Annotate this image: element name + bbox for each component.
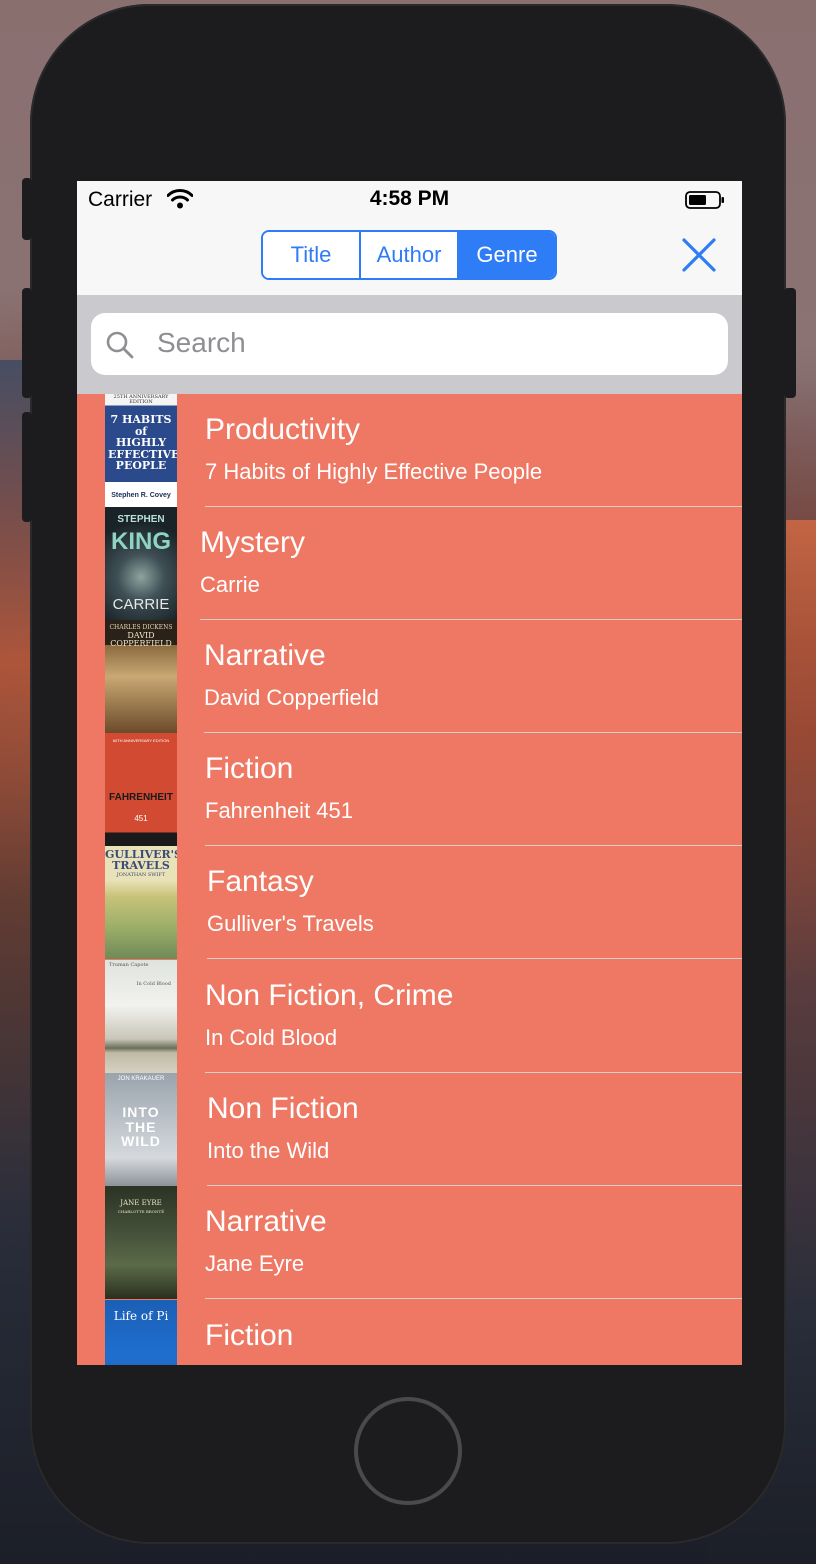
cover-text: CHARLOTTE BRONTË [117, 1209, 165, 1214]
list-item[interactable]: JON KRAKAUER INTO THE WILD Non Fiction I… [77, 1073, 742, 1186]
book-cover: 25TH ANNIVERSARY EDITION 7 HABITS of HIG… [105, 394, 177, 507]
search-input[interactable]: Search [91, 313, 728, 375]
cover-text: Life of Pi [113, 1309, 169, 1323]
cover-text: JON KRAKAUER [117, 1076, 165, 1082]
cover-text: 25TH ANNIVERSARY EDITION [113, 394, 169, 406]
cover-text: CARRIE [112, 596, 170, 613]
sort-segmented-control[interactable]: Title Author Genre [261, 230, 557, 280]
app-screen: Carrier 4:58 PM Title Author Genre Searc… [77, 181, 742, 1365]
book-title: Gulliver's Travels [207, 911, 374, 936]
genre-label: Productivity [205, 413, 361, 446]
genre-label: Fantasy [207, 865, 314, 898]
book-cover: 60TH ANNIVERSARY EDITION FAHRENHEIT 451 [105, 733, 177, 846]
row-separator [205, 1298, 742, 1299]
status-time: 4:58 PM [369, 187, 450, 210]
cover-text: STEPHEN [117, 514, 165, 525]
book-title: Fahrenheit 451 [205, 798, 353, 823]
status-bar: Carrier 4:58 PM [77, 181, 742, 219]
power-button [784, 288, 796, 398]
volume-down-button [22, 412, 32, 522]
list-item[interactable]: Truman Capote In Cold Blood Non Fiction,… [77, 960, 742, 1073]
cover-text: FAHRENHEIT [109, 792, 173, 803]
genre-label: Fiction [205, 752, 294, 785]
segment-title[interactable]: Title [263, 232, 359, 278]
genre-label: Narrative [205, 1205, 327, 1238]
genre-label: Non Fiction, Crime [205, 979, 454, 1012]
list-item[interactable]: CHARLES DICKENS DAVID COPPERFIELD Narrat… [77, 620, 742, 733]
genre-label: Narrative [204, 639, 326, 672]
book-title: Carrie [200, 572, 260, 597]
book-cover: GULLIVER'S TRAVELS JONATHAN SWIFT [105, 846, 177, 959]
cover-text: Stephen R. Covey [111, 492, 171, 499]
battery-icon [685, 191, 724, 209]
segment-author[interactable]: Author [359, 232, 457, 278]
cover-text: 451 [134, 814, 148, 823]
book-title: Jane Eyre [205, 1251, 305, 1276]
book-cover: JANE EYRE CHARLOTTE BRONTË [105, 1186, 177, 1299]
close-icon[interactable] [677, 233, 721, 277]
cover-text: In Cold Blood [136, 981, 171, 987]
navigation-bar: Title Author Genre [77, 219, 742, 296]
search-placeholder: Search [157, 327, 246, 358]
list-item[interactable]: 25TH ANNIVERSARY EDITION 7 HABITS of HIG… [77, 394, 742, 507]
cover-text: JANE EYRE [120, 1199, 162, 1207]
mute-switch [22, 178, 32, 240]
list-item[interactable]: 60TH ANNIVERSARY EDITION FAHRENHEIT 451 … [77, 733, 742, 846]
search-bar: Search [77, 295, 742, 394]
book-list: 25TH ANNIVERSARY EDITION 7 HABITS of HIG… [77, 394, 742, 1365]
list-item[interactable]: JANE EYRE CHARLOTTE BRONTË Narrative Jan… [77, 1186, 742, 1299]
cover-text: KING [111, 528, 171, 555]
book-title: In Cold Blood [205, 1025, 338, 1050]
cover-text: JONATHAN SWIFT [116, 872, 166, 878]
cover-text: Truman Capote [109, 962, 149, 968]
cover-text: 7 HABITS of HIGHLY EFFECTIVE PEOPLE [108, 413, 177, 473]
genre-label: Fiction [205, 1319, 294, 1352]
list-item[interactable]: Life of Pi Fiction [77, 1300, 742, 1365]
book-title: Into the Wild [207, 1138, 330, 1163]
genre-label: Non Fiction [207, 1092, 359, 1125]
volume-up-button [22, 288, 32, 398]
book-cover: STEPHEN KING CARRIE [105, 507, 177, 620]
book-cover: Life of Pi [105, 1300, 177, 1365]
book-title: 7 Habits of Highly Effective People [205, 459, 543, 484]
genre-label: Mystery [200, 526, 305, 559]
cover-text: 60TH ANNIVERSARY EDITION [112, 738, 170, 743]
home-button[interactable] [354, 1397, 462, 1505]
search-icon [106, 331, 134, 359]
cover-text: TRAVELS [112, 859, 170, 872]
book-cover: Truman Capote In Cold Blood [105, 960, 177, 1073]
book-cover: CHARLES DICKENS DAVID COPPERFIELD [105, 620, 177, 733]
cover-text: INTO THE WILD [121, 1104, 161, 1150]
segment-genre[interactable]: Genre [457, 232, 555, 278]
row-separator [207, 958, 742, 959]
cover-text: DAVID COPPERFIELD [110, 631, 172, 649]
book-cover: JON KRAKAUER INTO THE WILD [105, 1073, 177, 1186]
list-item[interactable]: STEPHEN KING CARRIE Mystery Carrie [77, 507, 742, 620]
list-item[interactable]: GULLIVER'S TRAVELS JONATHAN SWIFT Fantas… [77, 846, 742, 959]
book-title: David Copperfield [204, 685, 379, 710]
